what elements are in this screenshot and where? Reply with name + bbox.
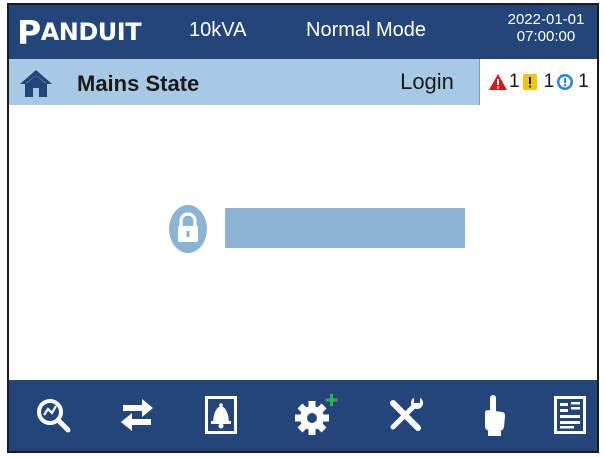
nav-alarm-button[interactable] [195, 390, 247, 440]
info-alarm-count: 1 [578, 71, 589, 92]
warning-alarm-icon [522, 74, 537, 90]
nav-settings-button[interactable] [291, 390, 343, 440]
bottom-nav [9, 380, 597, 451]
lock-icon[interactable] [168, 204, 208, 254]
password-input[interactable] [225, 208, 465, 248]
power-rating: 10kVA [189, 19, 247, 41]
brand-logo: P ANDUIT [17, 12, 142, 52]
alarm-summary[interactable]: 1 1 1 [479, 59, 597, 105]
operating-mode: Normal Mode [306, 19, 427, 41]
hand-pointer-icon [485, 395, 505, 436]
time-text: 07:00:00 [516, 28, 576, 45]
search-chart-icon [37, 399, 71, 433]
page-header-bar: Mains State Login 1 1 1 [9, 59, 597, 105]
bell-icon [205, 396, 237, 434]
nav-measurement-button[interactable] [27, 390, 79, 440]
nav-records-button[interactable] [544, 390, 596, 440]
nav-operation-button[interactable] [467, 390, 519, 440]
settings-plus-icon [295, 394, 338, 435]
swap-arrows-icon [121, 399, 153, 431]
login-panel [9, 105, 597, 380]
tools-icon [390, 397, 423, 431]
log-document-icon [554, 396, 586, 434]
info-alarm-icon [557, 74, 574, 90]
login-button[interactable]: Login [377, 63, 477, 101]
nav-transfer-button[interactable] [111, 390, 163, 440]
date-text: 2022-01-01 [507, 11, 585, 28]
page-title: Mains State [77, 71, 200, 96]
critical-alarm-icon [489, 74, 507, 90]
critical-alarm-count: 1 [509, 71, 520, 92]
datetime-display: 2022-01-01 07:00:00 [496, 11, 596, 45]
ups-screen: P ANDUIT 10kVA Normal Mode 2022-01-01 07:… [7, 3, 599, 453]
nav-maintenance-button[interactable] [379, 390, 431, 440]
home-icon[interactable] [19, 69, 53, 97]
top-status-bar: P ANDUIT 10kVA Normal Mode 2022-01-01 07:… [9, 5, 597, 59]
warning-alarm-count: 1 [543, 71, 555, 92]
